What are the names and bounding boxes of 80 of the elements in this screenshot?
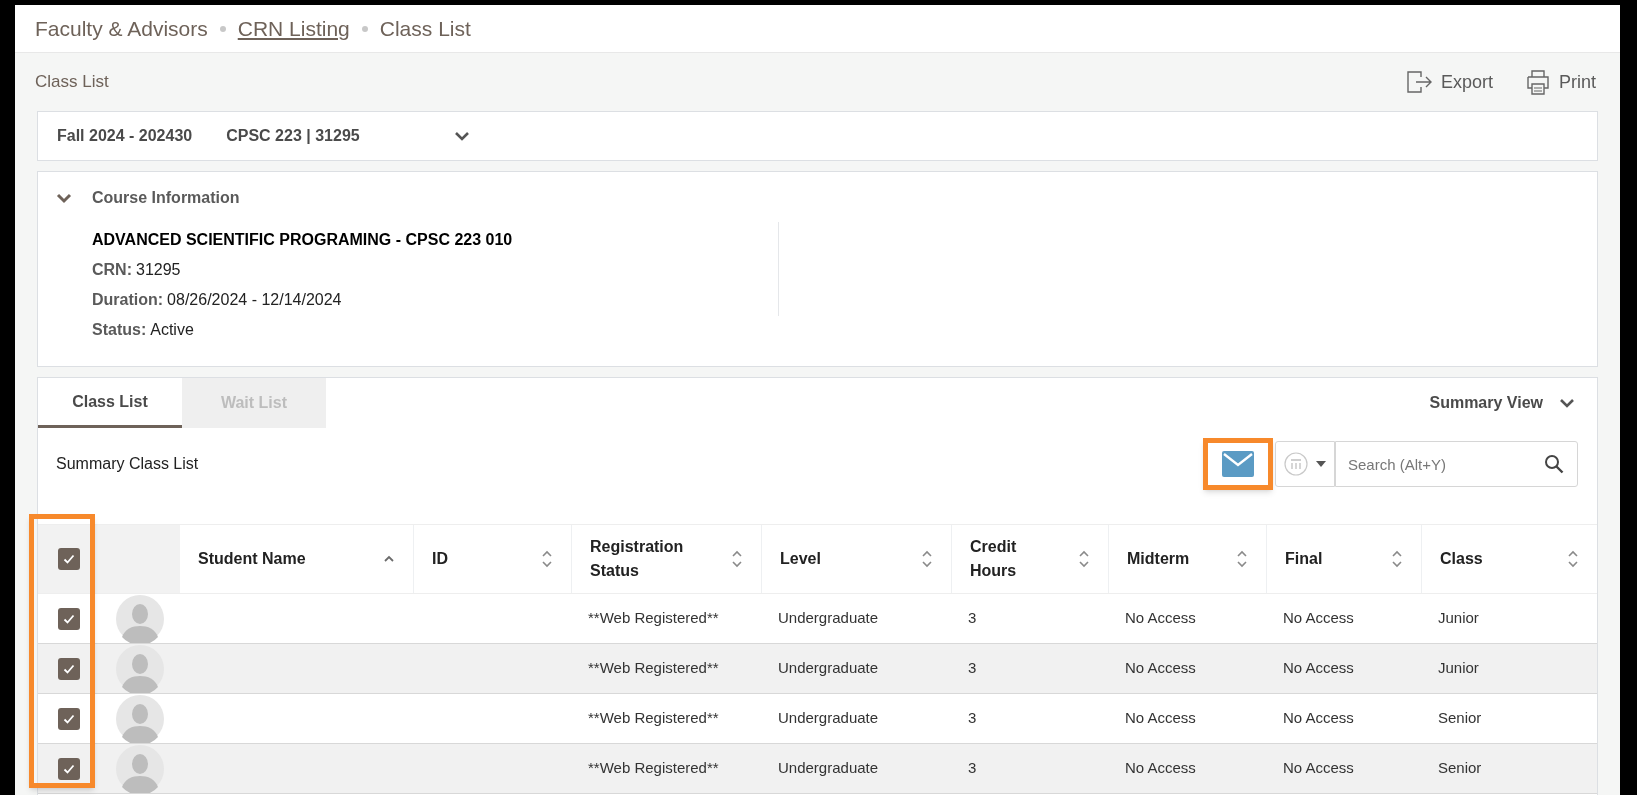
- sort-icon[interactable]: [1567, 549, 1579, 569]
- table-cell: **Web Registered**: [588, 709, 719, 727]
- table-cell: Senior: [1438, 759, 1482, 777]
- checkbox[interactable]: [58, 657, 80, 680]
- breadcrumb-link[interactable]: CRN Listing: [237, 12, 350, 45]
- table-cell: **Web Registered**: [588, 609, 719, 627]
- check-icon: [63, 663, 75, 674]
- column-header[interactable]: Midterm: [1109, 525, 1267, 593]
- column-header[interactable]: Student Name: [180, 525, 414, 593]
- view-menu[interactable]: Summary View: [1429, 391, 1597, 415]
- checkbox[interactable]: [58, 757, 80, 780]
- table-cell: No Access: [1283, 709, 1354, 727]
- term-label: Fall 2024 - 202430: [57, 126, 193, 146]
- course-title: ADVANCED SCIENTIFIC PROGRAMING - CPSC 223 010: [92, 230, 514, 250]
- table-cell: No Access: [1283, 759, 1354, 777]
- table-cell: Undergraduate: [778, 709, 879, 727]
- sort-icon[interactable]: [541, 549, 553, 569]
- check-icon: [63, 763, 75, 774]
- table-cell: Undergraduate: [778, 759, 879, 777]
- table-cell: 3: [968, 659, 977, 677]
- print-icon: [1525, 69, 1551, 95]
- course-label: CPSC 223 | 31295: [226, 126, 360, 146]
- table-cell: Undergraduate: [778, 659, 879, 677]
- column-header[interactable]: Final: [1267, 525, 1422, 593]
- table-cell: Undergraduate: [778, 609, 879, 627]
- table-cell: 3: [968, 709, 977, 727]
- table-cell: No Access: [1125, 609, 1196, 627]
- field-label: CRN:: [92, 260, 132, 280]
- field-value: Active: [150, 320, 194, 340]
- check-icon: [63, 613, 75, 624]
- sort-icon[interactable]: [1236, 549, 1248, 569]
- field-label: Status:: [92, 320, 147, 340]
- checkbox[interactable]: [58, 548, 80, 570]
- list-title: Summary Class List: [56, 454, 199, 474]
- chevron-down-icon: [453, 131, 470, 141]
- column-header[interactable]: ID: [414, 525, 572, 593]
- table-cell: Junior: [1438, 659, 1479, 677]
- section-heading: Course Information: [92, 188, 240, 208]
- table-cell: No Access: [1283, 609, 1354, 627]
- column-header[interactable]: Registration Status: [572, 525, 762, 593]
- table-cell: No Access: [1125, 759, 1196, 777]
- field-value: 08/26/2024 - 12/14/2024: [167, 290, 342, 310]
- table-cell: Senior: [1438, 709, 1482, 727]
- column-header[interactable]: Level: [762, 525, 952, 593]
- chevron-down-icon: [1559, 398, 1575, 408]
- breadcrumb: Class List: [379, 15, 471, 42]
- check-icon: [63, 713, 75, 724]
- column-header[interactable]: Class: [1422, 525, 1597, 593]
- field-label: Duration:: [92, 290, 164, 310]
- envelope-icon: [1222, 451, 1254, 477]
- table-cell: No Access: [1283, 659, 1354, 677]
- page-title: Class List: [35, 71, 109, 94]
- sort-icon[interactable]: [731, 549, 743, 569]
- export-icon: [1406, 71, 1433, 93]
- table-cell: No Access: [1125, 709, 1196, 727]
- search-field[interactable]: Search (Alt+Y): [1335, 441, 1578, 487]
- sort-ascending-icon[interactable]: [383, 555, 395, 563]
- print-button[interactable]: Print: [1525, 68, 1596, 96]
- search-icon[interactable]: [1544, 454, 1564, 474]
- checkbox[interactable]: [58, 707, 80, 730]
- column-header[interactable]: Credit Hours: [952, 525, 1109, 593]
- term-selector[interactable]: Fall 2024 - 202430 CPSC 223 | 31295: [37, 111, 1598, 161]
- export-button[interactable]: Export: [1406, 68, 1493, 96]
- chevron-down-icon[interactable]: [56, 192, 72, 204]
- email-button[interactable]: [1203, 438, 1273, 490]
- table-cell: **Web Registered**: [588, 659, 719, 677]
- sort-icon[interactable]: [921, 549, 933, 569]
- table-cell: No Access: [1125, 659, 1196, 677]
- breadcrumb: Faculty & Advisors: [35, 15, 208, 42]
- table-cell: Junior: [1438, 609, 1479, 627]
- table-cell: 3: [968, 759, 977, 777]
- sort-icon[interactable]: [1391, 549, 1403, 569]
- checkbox[interactable]: [58, 607, 80, 630]
- field-value: 31295: [136, 260, 181, 280]
- sort-icon[interactable]: [1078, 549, 1090, 569]
- caret-icon: [1316, 461, 1326, 467]
- check-icon: [63, 554, 75, 564]
- table-cell: **Web Registered**: [588, 759, 719, 777]
- columns-icon: [1284, 452, 1308, 476]
- table-cell: 3: [968, 609, 977, 627]
